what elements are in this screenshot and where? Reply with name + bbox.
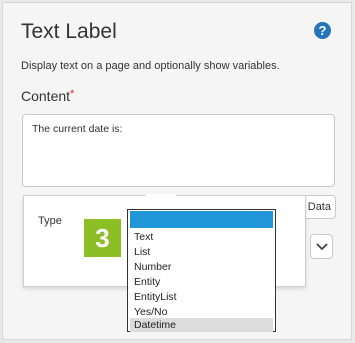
type-option-list[interactable]: List	[130, 245, 273, 259]
type-option-entitylist[interactable]: EntityList	[130, 290, 273, 304]
required-marker: *	[70, 88, 75, 100]
type-listbox[interactable]: Text List Number Entity EntityList Yes/N…	[127, 209, 276, 332]
panel-title: Text Label	[21, 20, 117, 43]
panel-description: Display text on a page and optionally sh…	[21, 60, 280, 72]
type-option-datetime[interactable]: Datetime	[130, 318, 273, 332]
type-label: Type	[38, 215, 62, 227]
content-label-text: Content	[21, 88, 71, 104]
listbox-highlighted-option[interactable]	[130, 211, 273, 228]
type-option-number[interactable]: Number	[130, 260, 273, 274]
step-badge: 3	[84, 219, 121, 257]
content-label: Content*	[21, 88, 74, 104]
type-option-text[interactable]: Text	[130, 230, 273, 244]
type-option-entity[interactable]: Entity	[130, 275, 273, 289]
help-icon[interactable]: ?	[314, 22, 331, 39]
popover-arrow-mask	[146, 194, 176, 197]
content-textarea[interactable]: The current date is:	[22, 114, 335, 187]
chevron-down-icon	[316, 243, 328, 251]
content-text: The current date is:	[32, 123, 123, 135]
type-option-yes-no[interactable]: Yes/No	[130, 305, 273, 319]
select-dropdown[interactable]	[310, 234, 333, 259]
